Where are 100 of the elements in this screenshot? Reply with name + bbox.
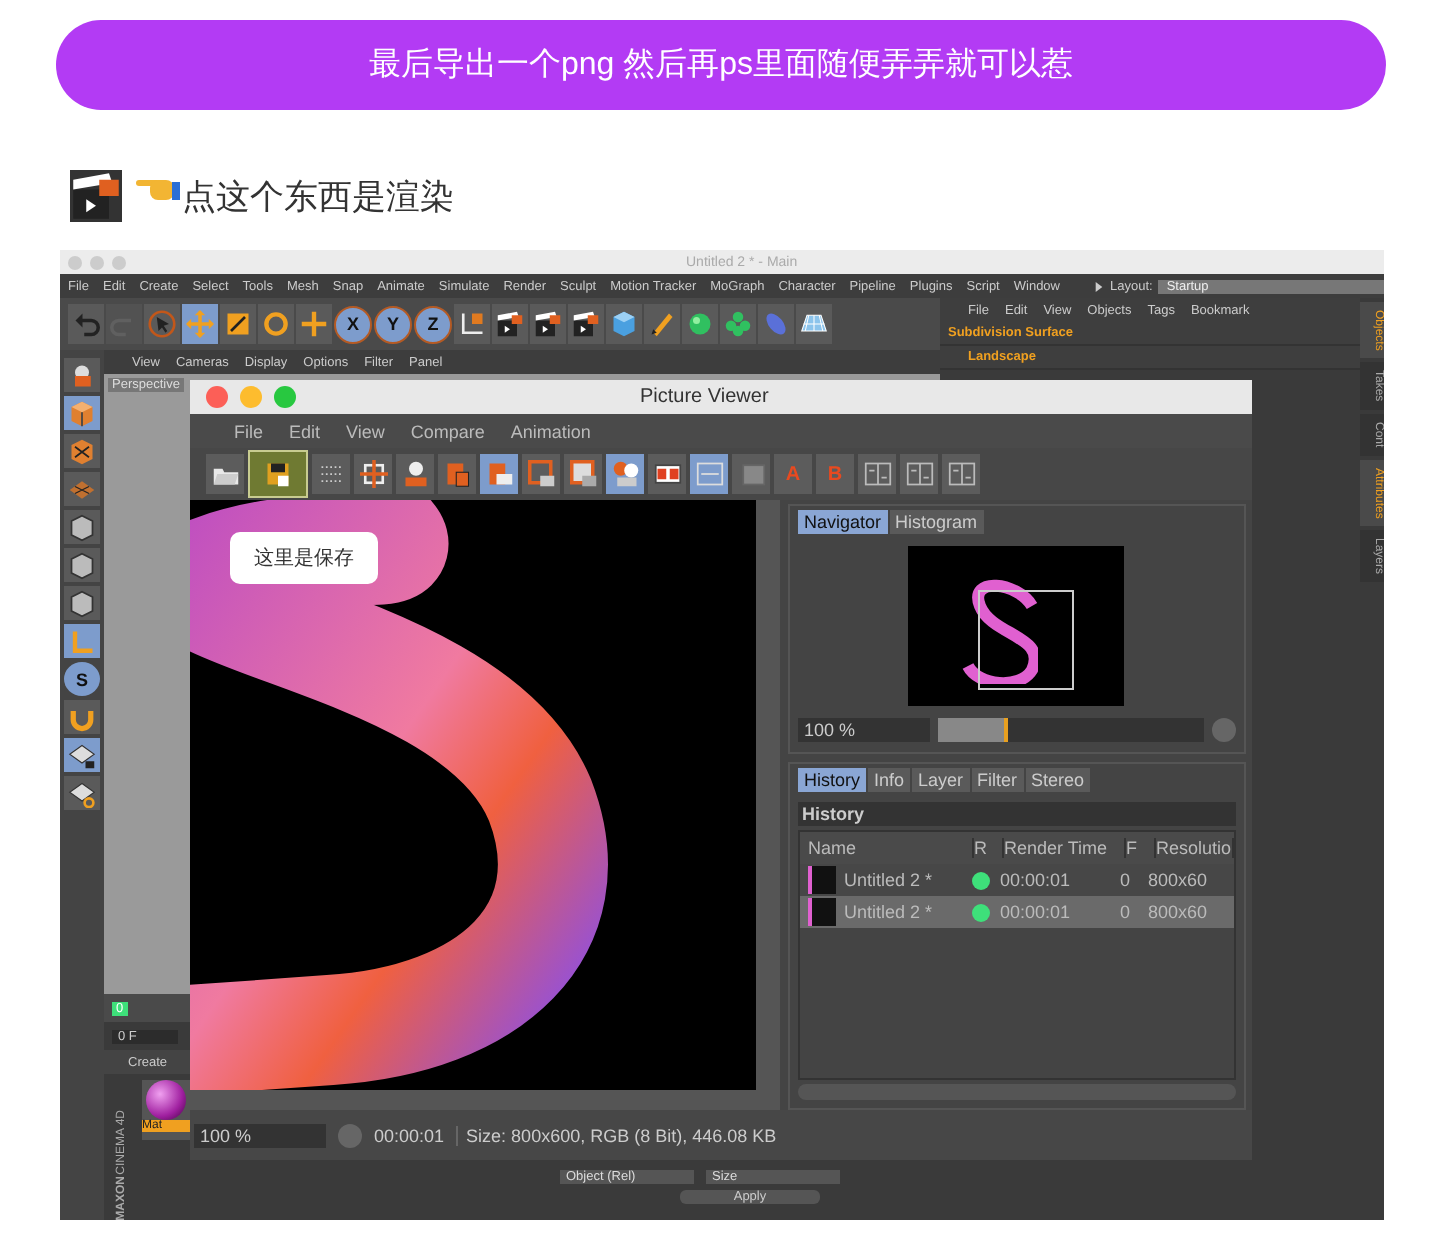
cube-icon [68, 399, 96, 427]
toolbar-button[interactable] [568, 304, 604, 344]
undo-icon [72, 310, 100, 338]
toolbar-button[interactable] [492, 304, 528, 344]
axes-icon [458, 310, 486, 338]
frame-icon [569, 460, 597, 488]
axis-button[interactable]: X [334, 305, 372, 343]
section-title: History [798, 802, 1236, 826]
toolbar-button[interactable] [648, 454, 686, 494]
oval-icon [762, 310, 790, 338]
clapperboard-icon [534, 310, 562, 338]
menu-item[interactable]: View [346, 421, 385, 441]
corner-icon [68, 627, 96, 655]
clapperboard-icon [70, 170, 122, 222]
tool-button[interactable] [64, 776, 100, 810]
menu-item[interactable]: Edit [289, 421, 321, 441]
toolbar-button[interactable] [220, 304, 256, 344]
tab[interactable]: Histogram [889, 510, 984, 534]
clapperboard-icon [496, 310, 524, 338]
cube-icon [68, 589, 96, 617]
triangle-icon [1094, 281, 1104, 291]
tool-button[interactable] [64, 738, 100, 772]
caption-text: 点这个东西是渲染 [182, 175, 454, 219]
column-header[interactable]: Render Time [1004, 838, 1126, 858]
square-icon [224, 310, 252, 338]
move-arrows-icon [186, 310, 214, 338]
tool-button[interactable] [64, 358, 100, 392]
person-icon [401, 460, 429, 488]
thumbnail-icon [808, 866, 836, 894]
scrollbar[interactable] [190, 1090, 780, 1110]
compare-icon [695, 460, 723, 488]
window-control-button[interactable] [206, 386, 228, 408]
sphere-icon [686, 310, 714, 338]
time-text: 00:00:01 [374, 1125, 445, 1145]
split-icon [863, 460, 891, 488]
column-header[interactable]: F [1126, 838, 1156, 858]
table-cell: 00:00:01 [1000, 902, 1071, 922]
menu-item[interactable]: Compare [410, 421, 485, 441]
clapperboard-icon [572, 310, 600, 338]
grid-plane-icon [800, 310, 828, 338]
scrollbar[interactable] [756, 500, 780, 1090]
grid-icon [317, 460, 345, 488]
crosshair-icon [359, 460, 387, 488]
cube-icon [68, 551, 96, 579]
tooltip: 这里是保存 [230, 532, 378, 584]
frame-icon [527, 460, 555, 488]
toolbar-button[interactable] [454, 304, 490, 344]
cursor-icon [148, 310, 176, 338]
table-cell: 800x60 [1148, 902, 1208, 922]
people-icon [611, 460, 639, 488]
tab[interactable]: Layer [912, 768, 970, 792]
zoom-slider[interactable] [938, 718, 1204, 742]
tab[interactable]: Info [868, 768, 911, 792]
tab[interactable]: Filter [971, 768, 1024, 792]
zoom-field[interactable]: 100 % [798, 718, 930, 742]
tool-button[interactable]: S [64, 662, 100, 696]
cube-icon [610, 310, 638, 338]
window-control-button[interactable] [274, 386, 296, 408]
axis-button[interactable]: Y [374, 305, 412, 343]
tab[interactable]: Navigator [798, 510, 888, 534]
table-cell: Untitled 2 * [844, 870, 933, 890]
zoom-field[interactable]: 100 % [194, 1123, 326, 1147]
table-cell: 800x60 [1148, 870, 1208, 890]
cube-icon [68, 513, 96, 541]
pointing-hand-icon [134, 174, 182, 202]
tool-button[interactable] [64, 548, 100, 582]
document-icon [443, 460, 471, 488]
tool-button[interactable] [64, 434, 100, 468]
compare-icon [653, 460, 681, 488]
tool-button[interactable] [64, 510, 100, 544]
document-icon [485, 460, 513, 488]
menu-item[interactable]: Animation [510, 421, 591, 441]
toolbar-button[interactable] [530, 304, 566, 344]
pen-icon [648, 310, 676, 338]
cube-icon [68, 437, 96, 465]
table-cell: 0 [1120, 902, 1131, 922]
grid-icon [68, 779, 96, 807]
tab[interactable]: Stereo [1025, 768, 1091, 792]
ring-icon [262, 310, 290, 338]
tool-button[interactable] [64, 586, 100, 620]
axis-button[interactable]: Z [414, 305, 452, 343]
table-cell: 0 [1120, 870, 1131, 890]
menu-item[interactable]: File [234, 421, 264, 441]
flower-icon [724, 310, 752, 338]
split-icon [905, 460, 933, 488]
banner: 最后导出一个png 然后再ps里面随便弄弄就可以惹 [56, 20, 1386, 110]
toolbar-button[interactable] [796, 304, 832, 344]
table-cell: 00:00:01 [1000, 870, 1071, 890]
window-title: Picture Viewer [640, 386, 769, 408]
column-header[interactable]: Resolutio [1156, 838, 1234, 858]
column-header[interactable]: Name [800, 838, 974, 858]
toolbar-button[interactable] [248, 450, 308, 498]
grid-icon [68, 741, 96, 769]
tab[interactable]: History [798, 768, 867, 792]
compare-icon [737, 460, 765, 488]
column-header[interactable]: R [974, 838, 1004, 858]
sphere-icon [146, 1080, 186, 1120]
thumbnail-icon [808, 898, 836, 926]
view-frame [978, 590, 1075, 690]
plus-icon [300, 310, 328, 338]
